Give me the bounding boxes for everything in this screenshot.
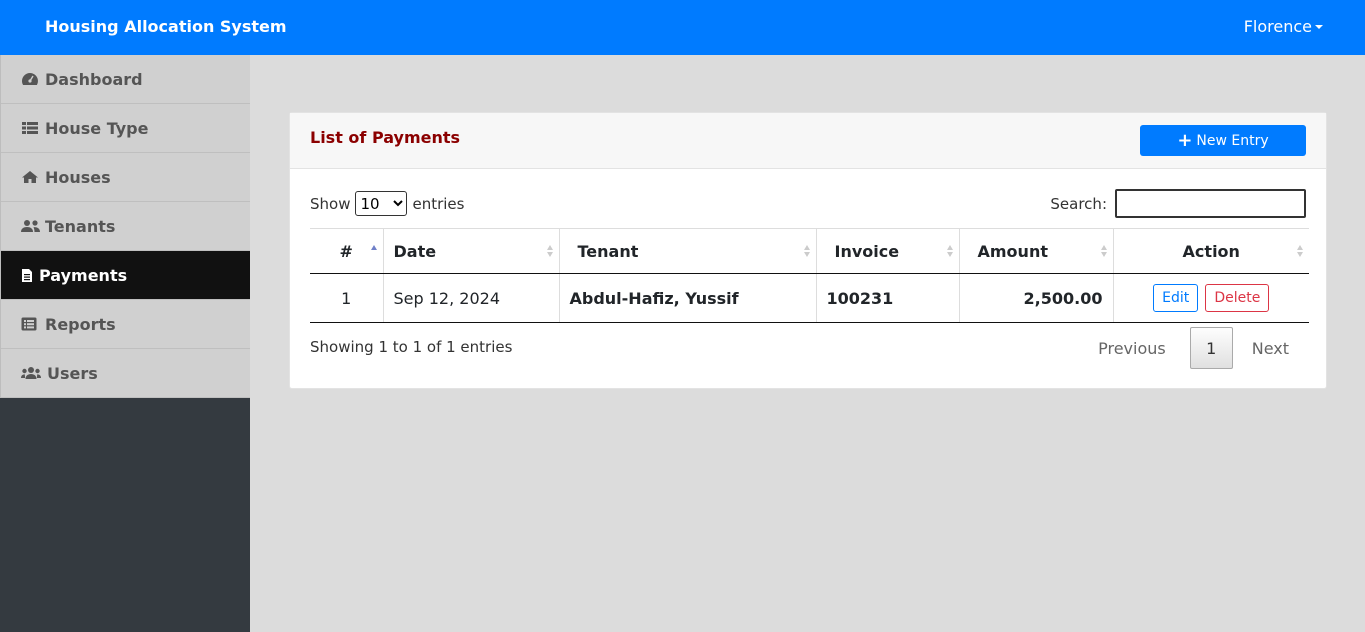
sort-asc-icon — [370, 245, 378, 257]
page-title: List of Payments — [310, 128, 461, 147]
sidebar-item-payments[interactable]: Payments — [1, 251, 250, 300]
column-header-date[interactable]: Date — [382, 228, 559, 274]
cell-tenant: Abdul-Hafiz, Yussif — [558, 273, 816, 323]
sidebar-item-house-type[interactable]: House Type — [1, 104, 250, 153]
sidebar-item-reports[interactable]: Reports — [1, 300, 250, 349]
sort-icon — [1100, 245, 1108, 257]
sidebar-item-label: House Type — [45, 118, 149, 138]
search-input[interactable] — [1115, 189, 1306, 218]
new-entry-button[interactable]: + New Entry — [1140, 125, 1306, 156]
card-header: List of Payments + New Entry — [290, 113, 1326, 169]
column-header-action[interactable]: Action — [1112, 228, 1309, 274]
cell-date: Sep 12, 2024 — [382, 273, 559, 323]
list-alt-icon — [21, 317, 39, 331]
previous-page-button[interactable]: Previous — [1098, 339, 1166, 358]
next-page-button[interactable]: Next — [1252, 339, 1289, 358]
sidebar-item-dashboard[interactable]: Dashboard — [1, 55, 250, 104]
column-header-invoice[interactable]: Invoice — [815, 228, 959, 274]
column-header-amount[interactable]: Amount — [958, 228, 1113, 274]
sidebar-nav: Dashboard House Type Houses Tenants Paym… — [0, 55, 250, 398]
cell-invoice: 100231 — [815, 273, 959, 323]
home-icon — [21, 170, 39, 184]
payments-card: List of Payments + New Entry Show 10 ent… — [289, 112, 1327, 389]
column-header-tenant[interactable]: Tenant — [558, 228, 816, 274]
search-label: Search: — [1050, 194, 1107, 213]
sidebar-item-label: Houses — [45, 167, 111, 187]
sidebar-item-tenants[interactable]: Tenants — [1, 202, 250, 251]
sidebar-item-label: Payments — [39, 265, 128, 285]
sort-icon — [946, 245, 954, 257]
cell-amount: 2,500.00 — [958, 273, 1113, 323]
page-size-control: Show 10 entries — [310, 191, 464, 216]
user-menu[interactable]: Florence — [1244, 17, 1312, 36]
show-label: Show — [310, 194, 351, 213]
sort-icon — [546, 245, 554, 257]
file-invoice-icon — [21, 268, 33, 282]
pagination: Previous 1 Next — [1098, 327, 1306, 369]
edit-button[interactable]: Edit — [1153, 284, 1199, 312]
sidebar-item-houses[interactable]: Houses — [1, 153, 250, 202]
sidebar: Dashboard House Type Houses Tenants Paym… — [0, 55, 250, 632]
plus-icon: + — [1177, 129, 1193, 151]
sort-icon — [803, 245, 811, 257]
cell-action: Edit Delete — [1112, 273, 1309, 323]
entries-label: entries — [412, 194, 465, 213]
new-entry-label: New Entry — [1196, 132, 1269, 149]
caret-down-icon[interactable] — [1315, 25, 1323, 29]
payments-table: # Date Tenant Invoice Amount Action 1 Se… — [310, 228, 1309, 323]
sidebar-item-label: Users — [47, 363, 98, 383]
top-navbar: Housing Allocation System Florence — [0, 0, 1365, 55]
sort-icon — [1297, 245, 1304, 257]
app-title: Housing Allocation System — [45, 17, 287, 36]
tachometer-icon — [21, 72, 39, 86]
page-button-1[interactable]: 1 — [1189, 327, 1233, 369]
user-friends-icon — [21, 219, 40, 233]
users-icon — [21, 366, 41, 380]
search-control: Search: — [1050, 189, 1306, 218]
sidebar-item-label: Tenants — [45, 216, 116, 236]
cell-number: 1 — [310, 273, 383, 323]
sidebar-item-label: Dashboard — [45, 69, 143, 89]
sidebar-item-label: Reports — [45, 314, 116, 334]
table-info: Showing 1 to 1 of 1 entries — [310, 338, 513, 356]
list-icon — [21, 121, 39, 135]
page-size-select[interactable]: 10 — [355, 191, 408, 216]
delete-button[interactable]: Delete — [1205, 284, 1270, 312]
column-header-number[interactable]: # — [310, 228, 383, 274]
table-row: 1 Sep 12, 2024 Abdul-Hafiz, Yussif 10023… — [310, 273, 1309, 323]
sidebar-item-users[interactable]: Users — [1, 349, 250, 398]
